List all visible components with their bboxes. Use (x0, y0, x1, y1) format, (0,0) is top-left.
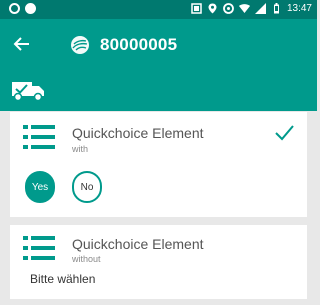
card-subtitle: without (72, 254, 101, 264)
card-title: Quickchoice Element (72, 236, 204, 252)
circle-filled-icon (25, 3, 36, 14)
location-icon (208, 3, 217, 14)
feather-logo-icon (71, 36, 89, 54)
card-subtitle: with (72, 144, 89, 154)
arrow-left-icon[interactable] (12, 34, 32, 54)
check-icon (275, 125, 294, 141)
battery-icon (273, 3, 279, 14)
quickchoice-card-with[interactable]: Quickchoice Element with Yes No (10, 112, 307, 217)
wifi-icon (238, 4, 250, 13)
signal-icon (254, 3, 266, 14)
list-icon (23, 125, 55, 149)
page-title: 80000005 (100, 35, 178, 54)
data-saver-icon (223, 3, 234, 14)
yes-button[interactable]: Yes (25, 171, 55, 203)
screenshot-icon (191, 3, 202, 14)
quickchoice-card-without[interactable]: Quickchoice Element without Bitte wählen (10, 225, 307, 299)
status-bar: 13:47 (0, 0, 317, 19)
sub-bar (0, 71, 317, 111)
list-icon (23, 236, 55, 260)
status-time: 13:47 (286, 3, 312, 14)
card-title: Quickchoice Element (72, 125, 204, 141)
app-bar: 80000005 (0, 19, 317, 71)
truck-check-icon[interactable] (12, 80, 46, 102)
circle-icon (9, 3, 20, 14)
select-value[interactable]: Bitte wählen (30, 272, 95, 286)
no-button[interactable]: No (72, 171, 102, 203)
